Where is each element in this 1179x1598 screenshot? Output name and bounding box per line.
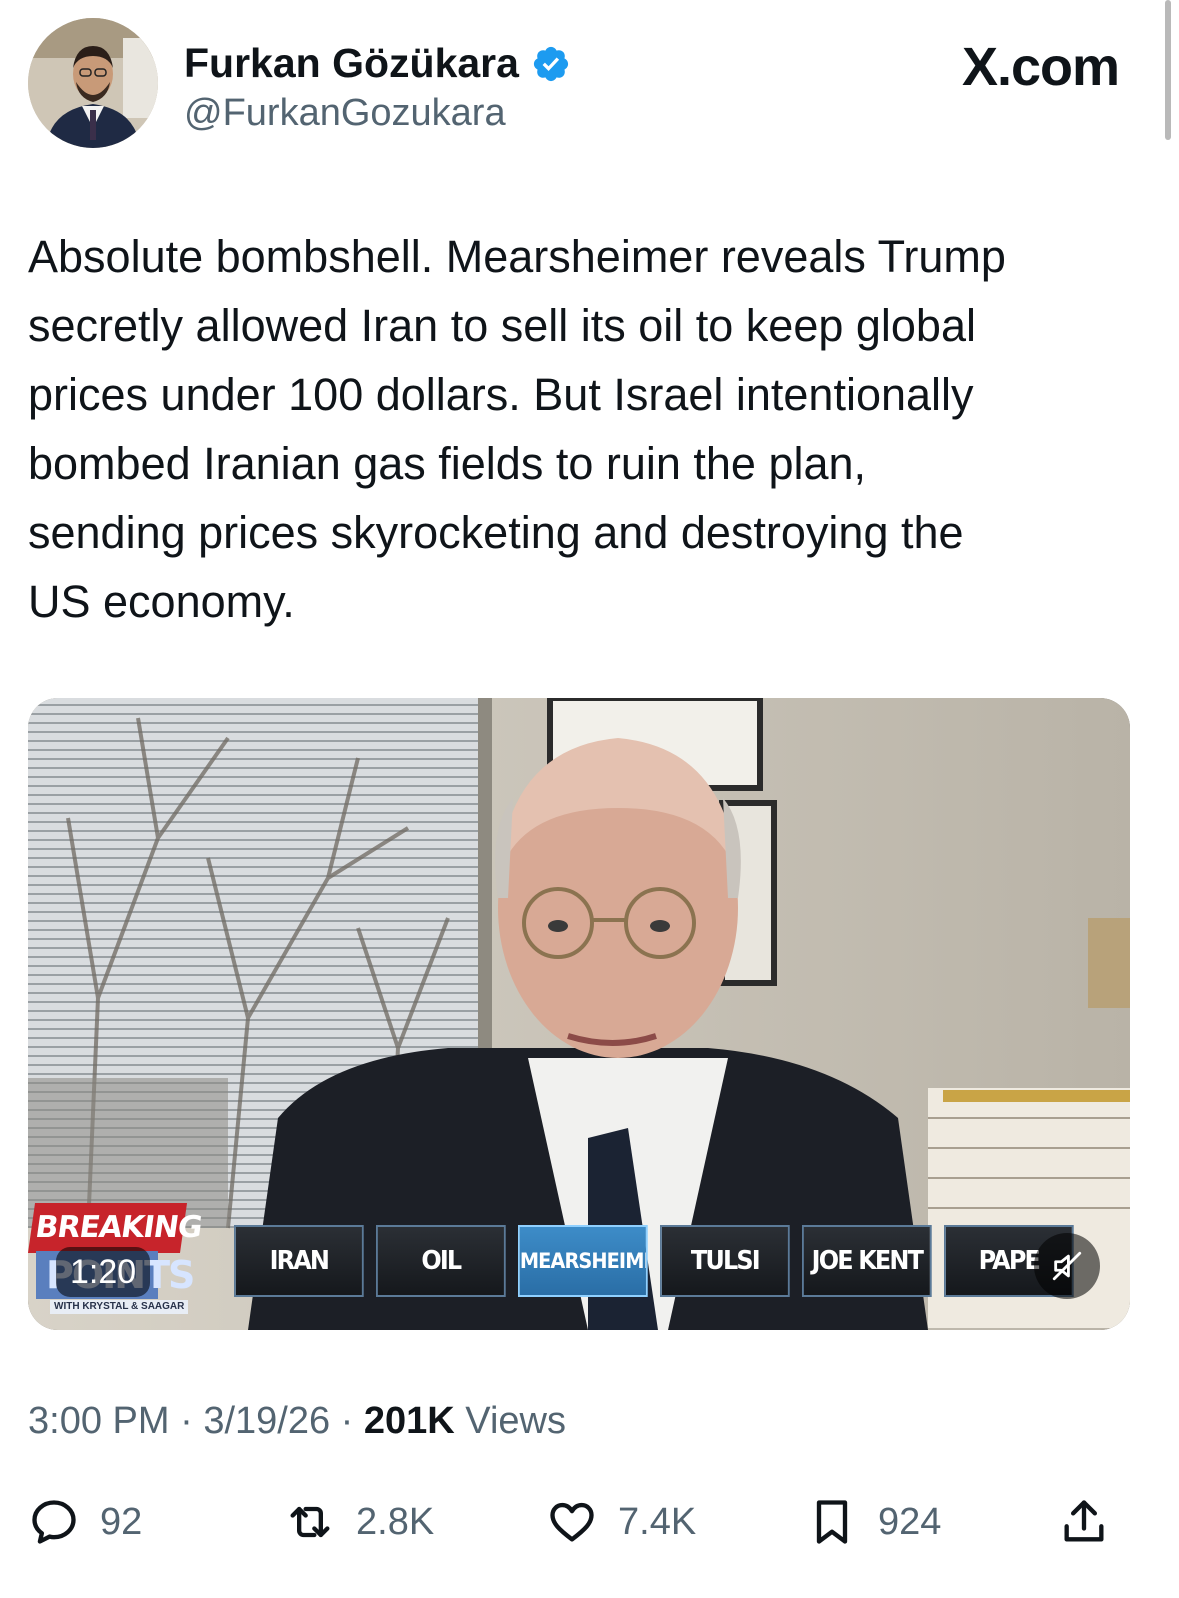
topic-tag: OIL: [376, 1225, 506, 1297]
heart-icon: [550, 1502, 594, 1542]
topic-tag-active: MEARSHEIMER: [518, 1225, 648, 1297]
verified-badge-icon: [533, 46, 569, 81]
topic-tag: JOE KENT: [802, 1225, 932, 1297]
avatar[interactable]: [28, 18, 158, 148]
bookmark-icon: [816, 1500, 848, 1544]
video-player[interactable]: BREAKING POINTS WITH KRYSTAL & SAAGAR 1:…: [28, 698, 1130, 1330]
like-count: 7.4K: [618, 1500, 697, 1543]
speaker-muted-icon: [1052, 1251, 1082, 1281]
bookmark-button[interactable]: 924: [806, 1496, 941, 1548]
tweet-meta: 3:00 PM · 3/19/26 · 201K Views: [28, 1400, 566, 1443]
topic-tag: IRAN: [234, 1225, 364, 1297]
bookmark-count: 924: [878, 1500, 942, 1543]
separator: ·: [340, 1400, 354, 1442]
share-button[interactable]: [1058, 1496, 1110, 1548]
action-bar: 92 2.8K 7.4K 924: [28, 1496, 1128, 1556]
show-subtitle: WITH KRYSTAL & SAAGAR: [50, 1300, 189, 1314]
author-handle[interactable]: @FurkanGozukara: [184, 92, 506, 135]
x-com-logo: X.com: [961, 37, 1120, 97]
reply-count: 92: [100, 1500, 143, 1543]
share-icon: [1064, 1500, 1104, 1542]
video-duration: 1:20: [56, 1247, 151, 1297]
author-name[interactable]: Furkan Gözükara: [184, 40, 519, 87]
tweet-date[interactable]: 3/19/26: [203, 1400, 330, 1442]
reply-button[interactable]: 92: [28, 1496, 142, 1548]
breaking-banner: BREAKING: [28, 1203, 204, 1253]
tweet-text: Absolute bombshell. Mearsheimer reveals …: [28, 231, 1006, 627]
repost-icon: [290, 1506, 330, 1538]
tweet-header: Furkan Gözükara @FurkanGozukara X.com: [28, 18, 1139, 158]
views-count: 201K: [363, 1400, 455, 1442]
views-label: Views: [465, 1400, 566, 1442]
topic-tags: IRAN OIL MEARSHEIMER TULSI JOE KENT PAPE: [234, 1225, 1086, 1297]
scrollbar[interactable]: [1165, 0, 1171, 140]
reply-icon: [32, 1500, 76, 1544]
mute-button[interactable]: [1034, 1233, 1100, 1299]
like-button[interactable]: 7.4K: [546, 1496, 696, 1548]
separator: ·: [180, 1400, 193, 1442]
tweet-time[interactable]: 3:00 PM: [28, 1400, 170, 1442]
topic-tag: TULSI: [660, 1225, 790, 1297]
repost-count: 2.8K: [356, 1500, 435, 1543]
repost-button[interactable]: 2.8K: [284, 1496, 434, 1548]
